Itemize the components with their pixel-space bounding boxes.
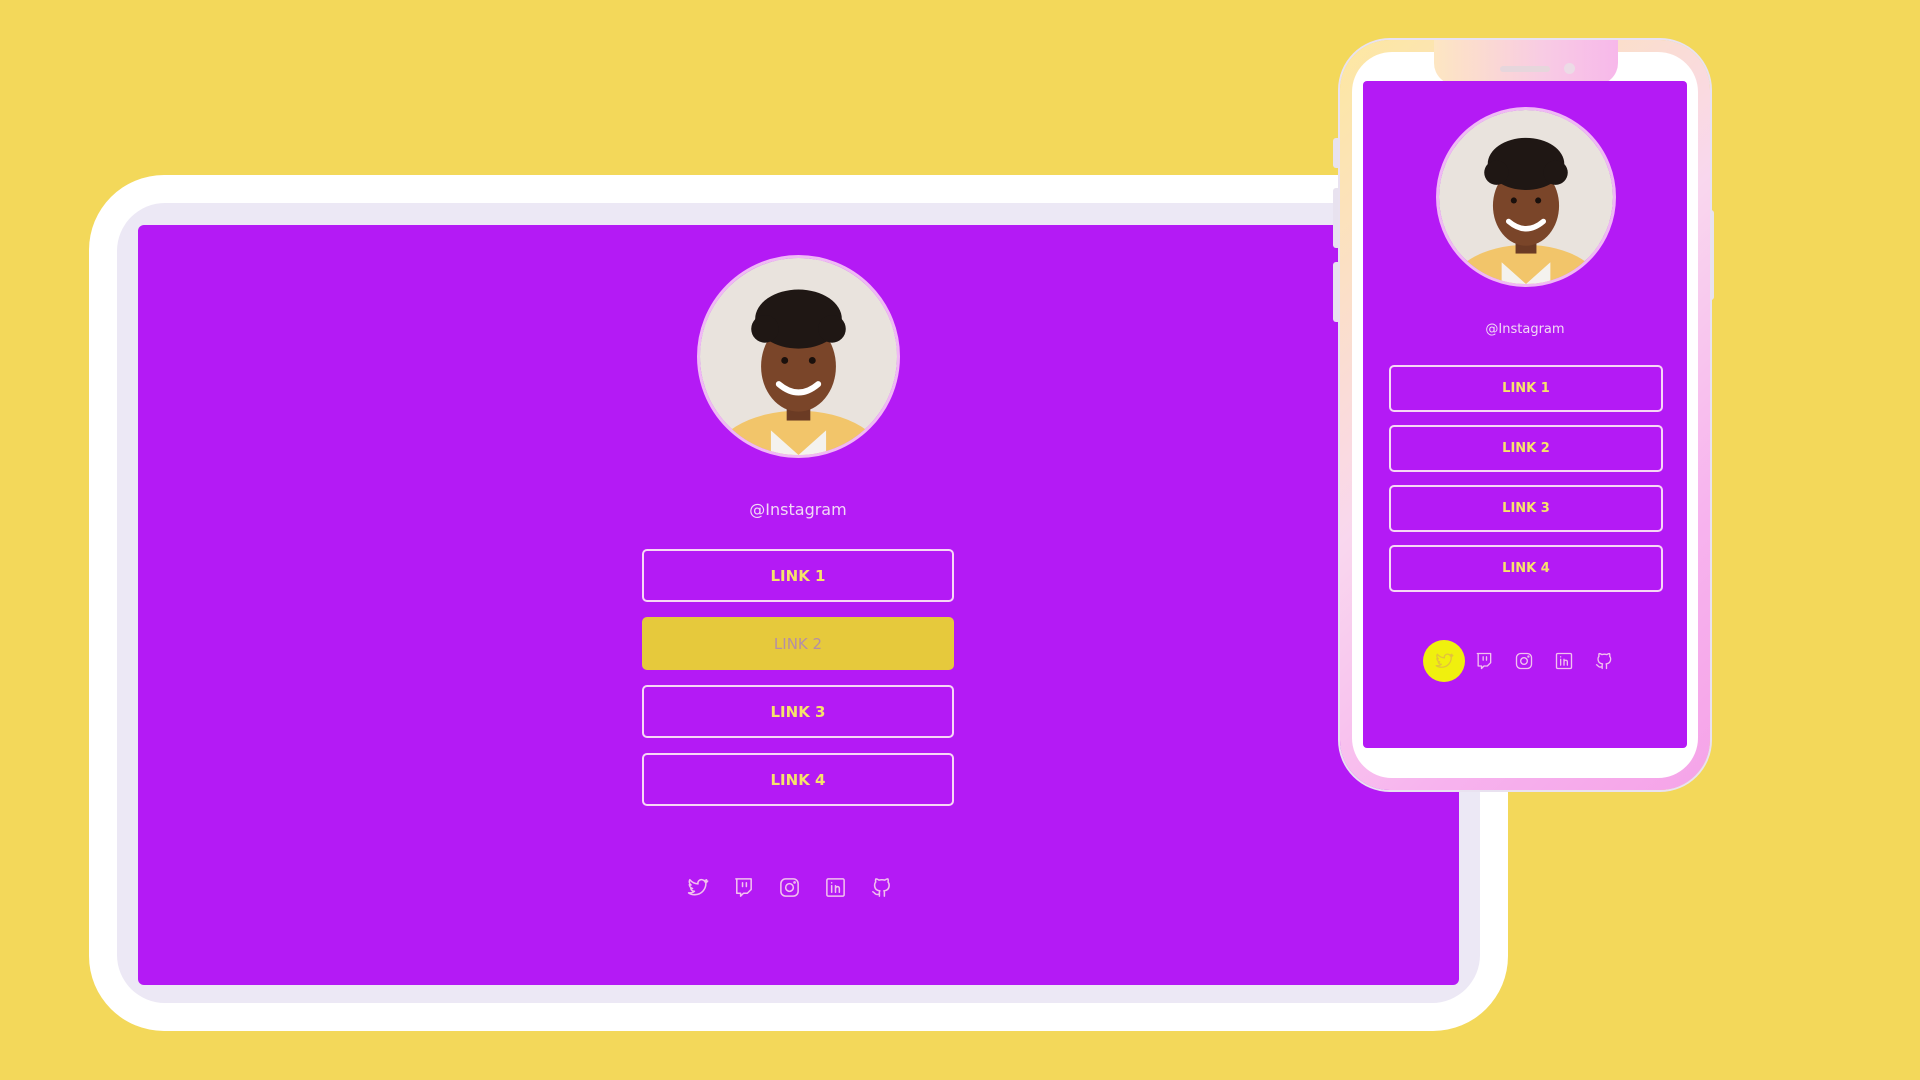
tablet-link-1-button[interactable]: LINK 1	[642, 549, 954, 602]
twitter-icon	[1435, 653, 1454, 668]
twitter-icon	[687, 878, 708, 895]
phone-twitter-link[interactable]	[1423, 640, 1465, 682]
tablet-screen: @Instagram LINK 1 LINK 2 LINK 3 LINK 4	[138, 225, 1459, 985]
tablet-github-link[interactable]	[864, 870, 898, 904]
tablet-link-4-button[interactable]: LINK 4	[642, 753, 954, 806]
phone-link-1-button[interactable]: LINK 1	[1389, 365, 1663, 412]
phone-linkedin-link[interactable]	[1543, 640, 1585, 682]
phone-social-row	[1423, 640, 1625, 682]
tablet-linkedin-link[interactable]	[818, 870, 852, 904]
github-icon	[871, 877, 890, 897]
profile-photo	[1439, 110, 1613, 284]
tablet-avatar	[697, 255, 900, 458]
phone-twitch-link[interactable]	[1463, 640, 1505, 682]
stage: @Instagram LINK 1 LINK 2 LINK 3 LINK 4 @…	[0, 0, 1920, 1080]
phone-handle[interactable]: @Instagram	[1425, 322, 1625, 337]
twitch-icon	[734, 877, 752, 897]
phone-github-link[interactable]	[1583, 640, 1625, 682]
tablet-handle[interactable]: @Instagram	[698, 500, 898, 519]
front-camera	[1564, 63, 1575, 74]
tablet-link-2-button[interactable]: LINK 2	[642, 617, 954, 670]
tablet-social-row	[680, 870, 898, 904]
phone-instagram-link[interactable]	[1503, 640, 1545, 682]
tablet-link-3-button[interactable]: LINK 3	[642, 685, 954, 738]
instagram-icon	[779, 877, 799, 897]
github-icon	[1595, 652, 1612, 670]
phone-notch	[1434, 40, 1618, 85]
phone-link-4-button[interactable]: LINK 4	[1389, 545, 1663, 592]
phone-avatar	[1436, 107, 1616, 287]
linkedin-icon	[825, 877, 845, 897]
linkedin-icon	[1555, 652, 1573, 670]
profile-photo	[700, 258, 897, 455]
phone-screen: @Instagram LINK 1 LINK 2 LINK 3 LINK 4	[1363, 81, 1687, 748]
phone-link-3-button[interactable]: LINK 3	[1389, 485, 1663, 532]
twitch-icon	[1476, 652, 1492, 670]
tablet-twitch-link[interactable]	[726, 870, 760, 904]
tablet-twitter-link[interactable]	[680, 870, 714, 904]
instagram-icon	[1515, 652, 1533, 670]
tablet-instagram-link[interactable]	[772, 870, 806, 904]
phone-link-2-button[interactable]: LINK 2	[1389, 425, 1663, 472]
speaker-grille	[1500, 66, 1550, 72]
